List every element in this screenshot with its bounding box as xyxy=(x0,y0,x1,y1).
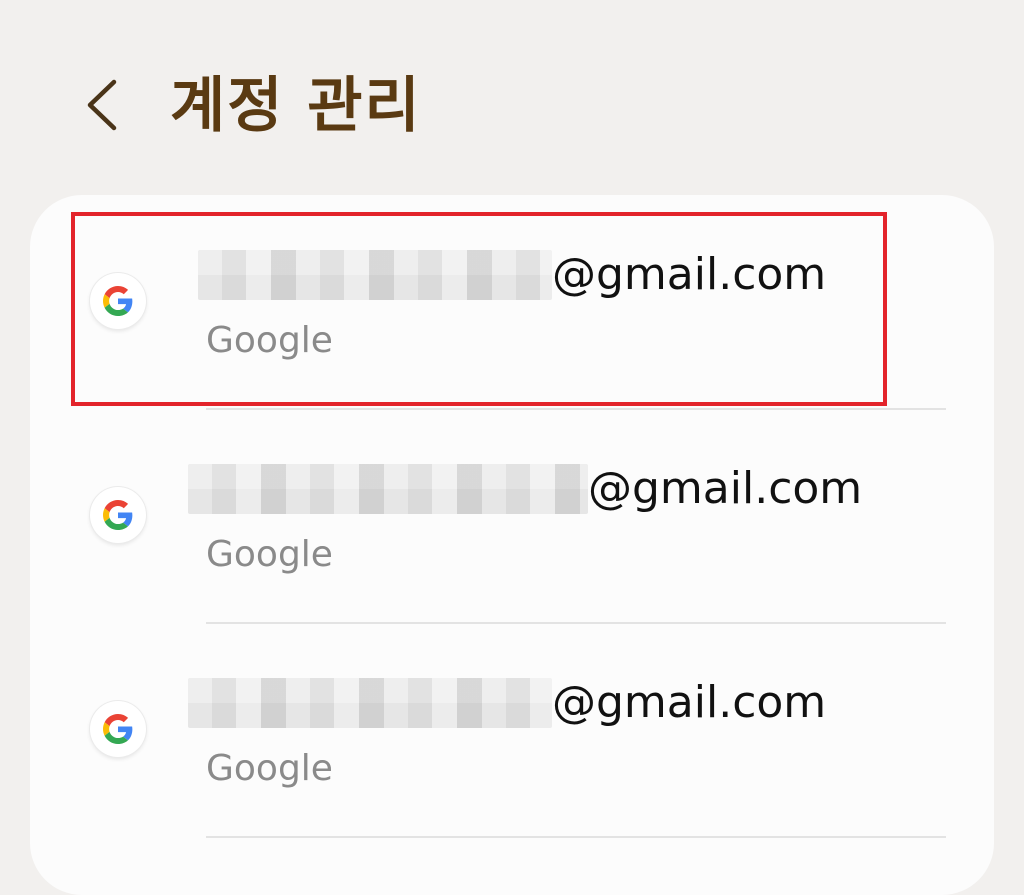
back-button[interactable] xyxy=(66,62,146,146)
chevron-left-icon xyxy=(87,79,117,131)
google-g-icon xyxy=(90,273,146,329)
email-domain: @gmail.com xyxy=(552,677,827,728)
top-app-bar: 계정 관리 xyxy=(0,0,1024,190)
account-item[interactable]: @gmail.com Google xyxy=(30,195,994,410)
account-email: @gmail.com xyxy=(188,461,862,517)
google-g-icon xyxy=(90,487,146,543)
account-provider: Google xyxy=(206,534,333,575)
account-item[interactable]: @gmail.com Google xyxy=(30,409,994,624)
email-redacted xyxy=(188,678,552,728)
account-item[interactable]: @gmail.com Google xyxy=(30,623,994,838)
account-provider: Google xyxy=(206,320,333,361)
account-email: @gmail.com xyxy=(198,247,826,303)
email-redacted xyxy=(188,464,588,514)
google-g-icon xyxy=(90,701,146,757)
email-redacted xyxy=(198,250,552,300)
email-domain: @gmail.com xyxy=(552,249,827,300)
account-provider: Google xyxy=(206,748,333,789)
accounts-card: @gmail.com Google @gmail.com Google @gma… xyxy=(30,195,994,895)
account-email: @gmail.com xyxy=(188,675,826,731)
page-title: 계정 관리 xyxy=(170,71,422,141)
divider xyxy=(206,836,946,838)
email-domain: @gmail.com xyxy=(588,463,863,514)
